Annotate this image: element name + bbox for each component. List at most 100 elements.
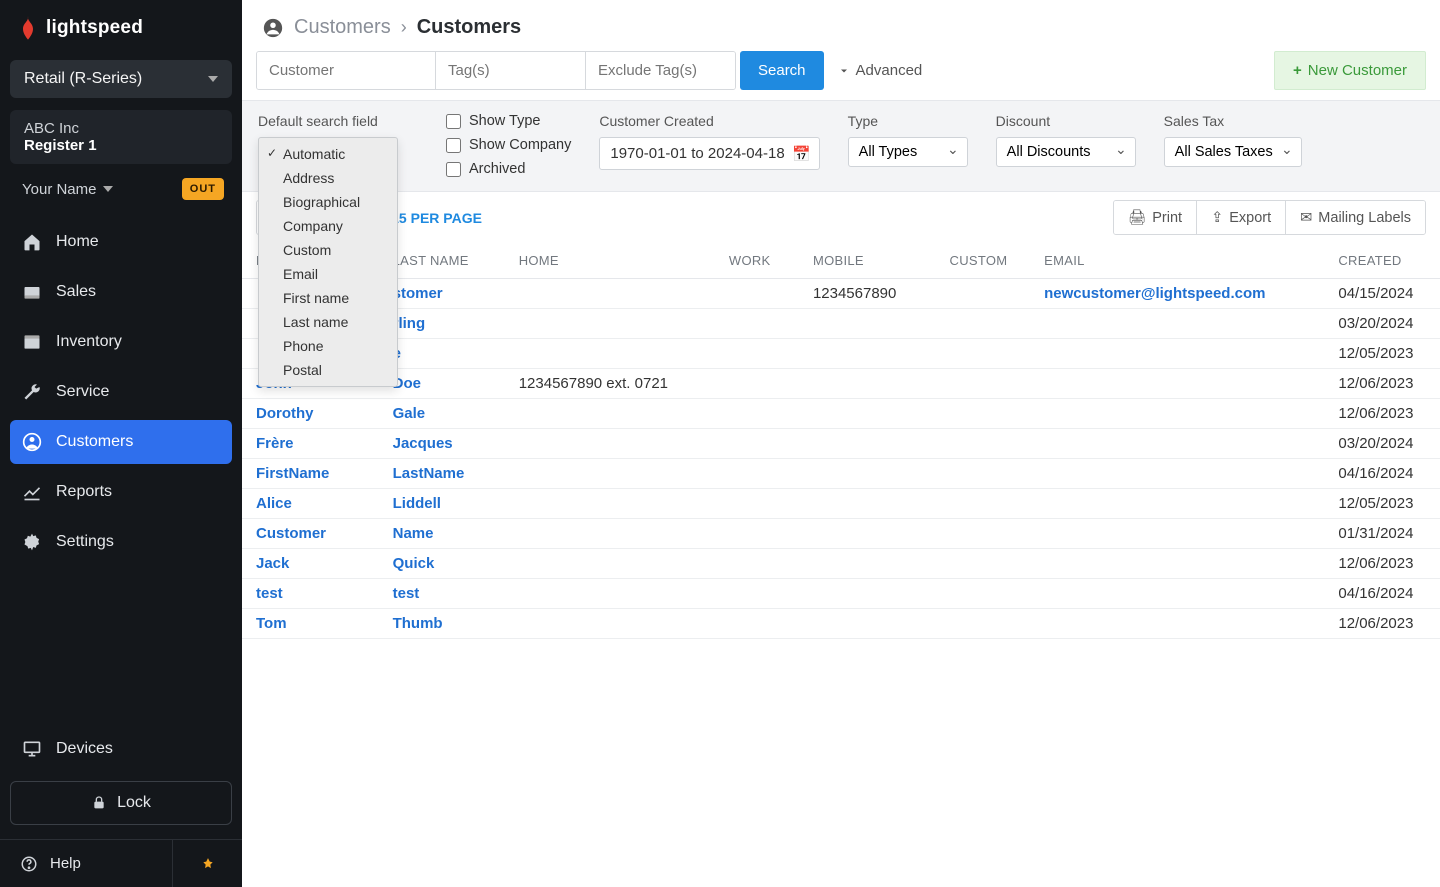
cell-home xyxy=(505,519,715,549)
sidebar-item-devices[interactable]: Devices xyxy=(10,727,232,771)
archived-checkbox[interactable]: Archived xyxy=(446,161,571,177)
table-row: FrèreJacques03/20/2024 xyxy=(242,429,1440,459)
search-button[interactable]: Search xyxy=(740,51,824,90)
dropdown-option[interactable]: Last name xyxy=(259,310,397,334)
sidebar-item-customers[interactable]: Customers xyxy=(10,420,232,464)
first-link[interactable]: FirstName xyxy=(256,465,329,482)
sidebar-item-label: Reports xyxy=(56,483,112,501)
cell-work xyxy=(715,609,799,639)
sidebar-item-reports[interactable]: Reports xyxy=(10,470,232,514)
sidebar-item-label: Home xyxy=(56,233,99,251)
sidebar-item-sales[interactable]: Sales xyxy=(10,270,232,314)
last-link[interactable]: Quick xyxy=(393,555,435,572)
col-created[interactable]: CREATED xyxy=(1324,243,1440,279)
dropdown-option[interactable]: Company xyxy=(259,214,397,238)
cell-created: 01/31/2024 xyxy=(1324,519,1440,549)
exclude-tags-input[interactable] xyxy=(585,52,735,89)
sidebar-item-label: Settings xyxy=(56,533,114,551)
tags-input[interactable] xyxy=(435,52,585,89)
lock-button[interactable]: Lock xyxy=(10,781,232,825)
customer-search-input[interactable] xyxy=(257,52,435,89)
show-type-checkbox[interactable]: Show Type xyxy=(446,113,571,129)
first-link[interactable]: Customer xyxy=(256,525,326,542)
first-link[interactable]: Dorothy xyxy=(256,405,314,422)
cell-first: Frère xyxy=(242,429,379,459)
mailing-labels-button[interactable]: ✉Mailing Labels xyxy=(1285,201,1425,234)
first-link[interactable]: Tom xyxy=(256,615,287,632)
last-link[interactable]: stomer xyxy=(393,285,443,302)
last-link[interactable]: Liddell xyxy=(393,495,441,512)
dropdown-option[interactable]: Automatic xyxy=(259,142,397,166)
customer-created-input[interactable]: 1970-01-01 to 2024-04-18 📅 xyxy=(599,137,819,170)
first-link[interactable]: Alice xyxy=(256,495,292,512)
cell-created: 12/06/2023 xyxy=(1324,549,1440,579)
cell-email: newcustomer@lightspeed.com xyxy=(1030,279,1324,309)
dropdown-option[interactable]: Address xyxy=(259,166,397,190)
customer-created-col: Customer Created 1970-01-01 to 2024-04-1… xyxy=(599,113,819,170)
col-email[interactable]: EMAIL xyxy=(1030,243,1324,279)
first-link[interactable]: test xyxy=(256,585,283,602)
dropdown-option[interactable]: Phone xyxy=(259,334,397,358)
help-button[interactable]: Help xyxy=(0,855,172,873)
new-customer-button[interactable]: + New Customer xyxy=(1274,51,1426,90)
discount-select[interactable]: All Discounts xyxy=(996,137,1136,167)
show-company-checkbox[interactable]: Show Company xyxy=(446,137,571,153)
col-mobile[interactable]: MOBILE xyxy=(799,243,936,279)
box-icon xyxy=(22,332,42,352)
show-options-col: Show Type Show Company Archived xyxy=(446,113,571,177)
brand-logo: lightspeed xyxy=(0,0,242,54)
dropdown-option[interactable]: First name xyxy=(259,286,397,310)
first-link[interactable]: Jack xyxy=(256,555,289,572)
cell-email xyxy=(1030,459,1324,489)
last-link[interactable]: Name xyxy=(393,525,434,542)
company-name: ABC Inc xyxy=(24,120,218,137)
table-row: Customer Name 01/31/2024 xyxy=(242,519,1440,549)
sales-tax-label: Sales Tax xyxy=(1164,113,1302,129)
sales-tax-select[interactable]: All Sales Taxes xyxy=(1164,137,1302,167)
cell-mobile: 1234567890 xyxy=(799,279,936,309)
last-link[interactable]: Thumb xyxy=(393,615,443,632)
col-home[interactable]: HOME xyxy=(505,243,715,279)
advanced-toggle[interactable]: Advanced xyxy=(824,51,937,90)
cell-home: 1234567890 ext. 0721 xyxy=(505,369,715,399)
cell-first: Customer xyxy=(242,519,379,549)
dropdown-option[interactable]: Postal xyxy=(259,358,397,382)
brand-name: lightspeed xyxy=(46,17,143,39)
cell-mobile xyxy=(799,609,936,639)
breadcrumb: Customers › Customers xyxy=(242,0,1440,51)
cell-custom xyxy=(936,489,1031,519)
type-select[interactable]: All Types xyxy=(848,137,968,167)
sidebar-item-inventory[interactable]: Inventory xyxy=(10,320,232,364)
last-link[interactable]: test xyxy=(393,585,420,602)
col-custom[interactable]: CUSTOM xyxy=(936,243,1031,279)
export-button[interactable]: ⇪Export xyxy=(1196,201,1285,234)
sidebar-item-service[interactable]: Service xyxy=(10,370,232,414)
cell-home xyxy=(505,609,715,639)
print-button[interactable]: 🖨Print xyxy=(1114,201,1196,234)
dropdown-option[interactable]: Custom xyxy=(259,238,397,262)
sidebar-item-label: Sales xyxy=(56,283,96,301)
calendar-icon: 📅 xyxy=(792,145,811,163)
cell-home xyxy=(505,429,715,459)
last-link[interactable]: Gale xyxy=(393,405,426,422)
last-link[interactable]: Jacques xyxy=(393,435,453,452)
product-selector[interactable]: Retail (R-Series) xyxy=(10,60,232,98)
sidebar-item-home[interactable]: Home xyxy=(10,220,232,264)
cell-mobile xyxy=(799,549,936,579)
cell-mobile xyxy=(799,399,936,429)
first-link[interactable]: Frère xyxy=(256,435,294,452)
col-work[interactable]: WORK xyxy=(715,243,799,279)
clock-status-badge[interactable]: OUT xyxy=(182,178,224,200)
user-menu[interactable]: Your Name xyxy=(22,181,113,198)
sidebar-item-settings[interactable]: Settings xyxy=(10,520,232,564)
dropdown-option[interactable]: Email xyxy=(259,262,397,286)
dropdown-option[interactable]: Biographical xyxy=(259,190,397,214)
last-link[interactable]: LastName xyxy=(393,465,465,482)
email-link[interactable]: newcustomer@lightspeed.com xyxy=(1044,285,1265,302)
per-page-select[interactable]: 15 PER PAGE xyxy=(391,210,482,226)
account-box[interactable]: ABC Inc Register 1 xyxy=(10,110,232,164)
cell-work xyxy=(715,549,799,579)
pin-button[interactable] xyxy=(172,840,242,887)
table-row: FirstNameLastName04/16/2024 xyxy=(242,459,1440,489)
breadcrumb-parent[interactable]: Customers xyxy=(294,16,391,39)
